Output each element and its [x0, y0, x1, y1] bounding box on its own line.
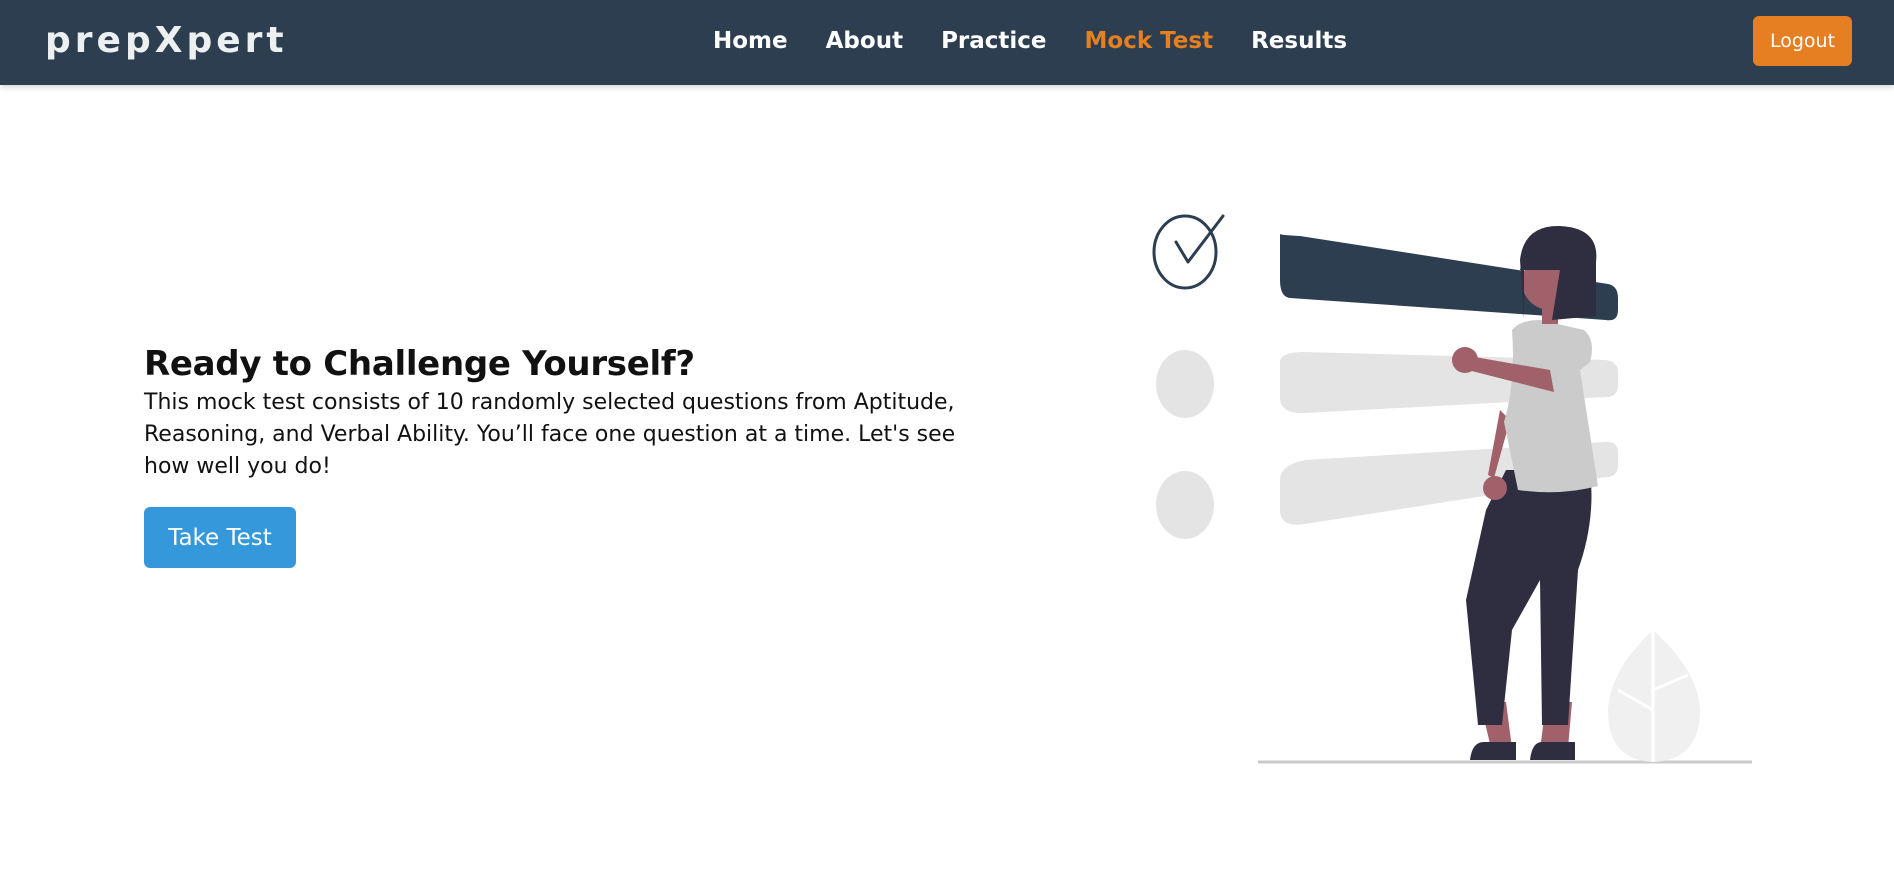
nav-link-about[interactable]: About [826, 28, 903, 54]
nav-link-practice[interactable]: Practice [941, 28, 1046, 54]
nav-link-home[interactable]: Home [713, 28, 788, 54]
leaf-plant-icon [1608, 630, 1700, 762]
checklist-person-illustration [1140, 130, 1780, 770]
check-circle-icon [1152, 214, 1225, 290]
hero-description: This mock test consists of 10 randomly s… [144, 390, 956, 479]
unchecked-circle-icon [1156, 471, 1214, 539]
logout-button[interactable]: Logout [1753, 16, 1852, 66]
hero-title: Ready to Challenge Yourself? [144, 344, 695, 384]
main-nav: Home About Practice Mock Test Results [713, 28, 1347, 54]
hero-section: Ready to Challenge Yourself? This mock t… [144, 343, 1004, 568]
top-navbar: prepXpert Home About Practice Mock Test … [0, 0, 1894, 85]
brand-logo[interactable]: prepXpert [45, 20, 288, 61]
nav-link-mock-test[interactable]: Mock Test [1085, 28, 1214, 54]
unchecked-circle-icon [1156, 350, 1214, 418]
nav-link-results[interactable]: Results [1251, 28, 1347, 54]
take-test-button[interactable]: Take Test [144, 507, 296, 568]
